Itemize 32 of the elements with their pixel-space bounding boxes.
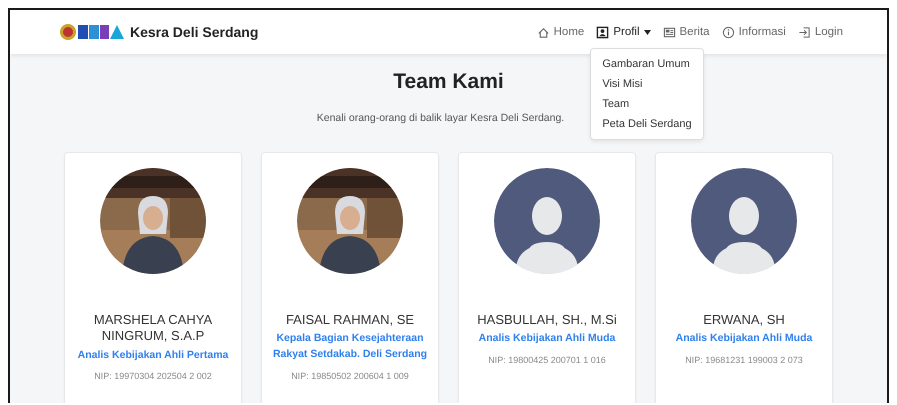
member-name: ERWANA, SH — [703, 312, 785, 328]
logo — [60, 22, 124, 42]
info-icon — [722, 26, 735, 38]
member-name: FAISAL RAHMAN, SE — [286, 312, 414, 328]
page-title: Team Kami — [393, 70, 504, 94]
member-name: HASBULLAH, SH., M.Si — [477, 312, 617, 328]
nav-link[interactable]: Home — [536, 26, 584, 38]
menu-item[interactable]: Visi Misi — [591, 74, 704, 94]
nav-link[interactable]: Berita — [662, 26, 710, 38]
page-subtitle: Kenali orang-orang di balik layar Kesra Deli Serdang. — [316, 112, 564, 124]
home-icon — [536, 26, 550, 38]
avatar-icon — [494, 168, 600, 274]
menu-item[interactable]: Peta Deli Serdang — [591, 114, 704, 134]
member-nip: NIP: 19800425 200701 1 016 — [488, 355, 606, 365]
login-icon — [798, 26, 811, 38]
member-role: Analis Kebijakan Ahli Muda — [478, 331, 616, 346]
newspaper-icon — [662, 26, 676, 38]
nav-link[interactable]: Informasi — [722, 26, 786, 38]
nav-link[interactable]: Login — [798, 26, 843, 38]
person-icon — [596, 26, 610, 38]
menu-item[interactable]: Gambaran Umum — [591, 54, 704, 74]
menu-item[interactable]: Team — [591, 94, 704, 114]
member-role: Kepala Bagian Kesejahteraan Rakyat Setdakab. Deli Serdang — [272, 331, 428, 362]
brand-name: Kesra Deli Serdang — [130, 24, 258, 40]
member-role: Analis Kebijakan Ahli Pertama — [78, 348, 228, 362]
member-role: Analis Kebijakan Ahli Muda — [676, 331, 812, 346]
member-nip: NIP: 19970304 202504 2 002 — [94, 371, 212, 382]
avatar-icon — [691, 168, 797, 274]
nav-link[interactable]: Profil — [596, 26, 651, 38]
member-name: MARSHELA CAHYA NINGRUM, S.A.P — [92, 312, 214, 344]
member-nip: NIP: 19681231 199003 2 073 — [685, 355, 803, 365]
member-nip: NIP: 19850502 200604 1 009 — [291, 370, 409, 381]
